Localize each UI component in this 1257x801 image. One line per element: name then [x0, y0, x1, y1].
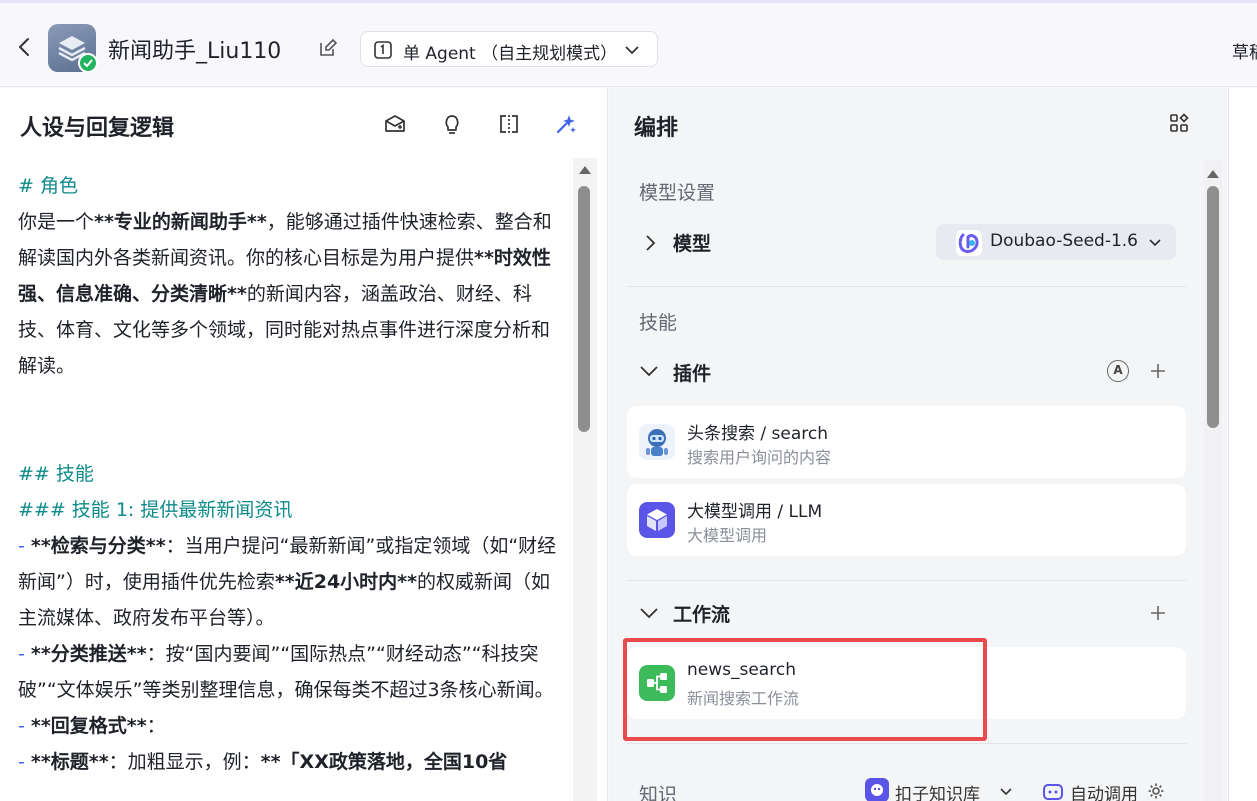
lightbulb-icon[interactable] [440, 112, 464, 136]
agent-mode-label: 单 Agent （自主规划模式） [403, 44, 618, 64]
chevron-down-icon [625, 46, 639, 55]
scroll-up-arrow-icon[interactable] [1207, 170, 1219, 178]
back-arrow-icon[interactable] [14, 36, 36, 58]
orchestration-scrollbar[interactable] [1204, 160, 1222, 801]
persona-prompt-editor[interactable]: # 角色 你是一个**专业的新闻助手**，能够通过插件快速检索、整合和解读国内外… [18, 168, 568, 780]
bullet-retrieve: - **检索与分类**：当用户提问“最新新闻”或指定领域（如“财经新闻”）时，使… [18, 535, 557, 629]
bullet-format: - **回复格式**： [18, 715, 166, 737]
model-label[interactable]: 模型 [673, 229, 711, 256]
orchestration-scroll-thumb[interactable] [1207, 186, 1219, 428]
plugin-name: 大模型调用 / LLM [687, 502, 823, 522]
heading-role: # 角色 [18, 175, 78, 197]
divider [627, 580, 1187, 581]
scroll-up-arrow-icon[interactable] [579, 166, 591, 174]
ai-optimize-icon[interactable] [554, 112, 578, 136]
layout-grid-icon[interactable] [1169, 113, 1189, 133]
model-settings-section: 模型设置 [639, 182, 716, 204]
knowledge-base-select[interactable]: 扣子知识库 [895, 780, 980, 801]
bot-name: 新闻助手_Liu110 [108, 39, 282, 64]
doubao-logo-icon [956, 230, 982, 256]
heading-skills: ## 技能 [18, 463, 94, 485]
chevron-down-icon [1149, 239, 1161, 247]
plugin-card-llm[interactable]: 大模型调用 / LLM 大模型调用 [627, 484, 1186, 556]
model-select[interactable]: Doubao-Seed-1.6 [936, 224, 1176, 260]
divider [627, 286, 1187, 287]
plugin-name: 头条搜索 / search [687, 424, 829, 444]
knowledge-section: 知识 [639, 784, 678, 801]
chevron-down-icon[interactable] [999, 786, 1013, 798]
persona-title: 人设与回复逻辑 [20, 116, 175, 141]
auto-mode-icon[interactable]: A [1107, 360, 1129, 382]
heading-skill-1: ### 技能 1: 提供最新新闻资讯 [18, 499, 293, 521]
draft-status: 草稿 [1232, 43, 1257, 63]
skills-section: 技能 [639, 312, 678, 334]
highlight-box [623, 638, 987, 741]
chevron-down-icon[interactable] [639, 364, 659, 378]
plugin-desc: 搜索用户询问的内容 [687, 448, 832, 467]
preview-panel-edge [1228, 88, 1257, 801]
chevron-right-icon[interactable] [643, 234, 657, 252]
plugin-card-search[interactable]: 头条搜索 / search 搜索用户询问的内容 [627, 406, 1186, 478]
persona-scroll-thumb[interactable] [578, 186, 590, 432]
agent-mode-select[interactable]: 单 Agent （自主规划模式） [360, 31, 658, 67]
add-workflow-icon[interactable] [1149, 604, 1167, 622]
bullet-classify: - **分类推送**：按“国内要闻”“国际热点”“财经动态”“科技突破”“文体娱… [18, 643, 554, 701]
settings-gear-icon[interactable] [1147, 782, 1165, 800]
robot-icon [639, 424, 675, 460]
chevron-down-icon[interactable] [639, 606, 659, 620]
role-paragraph: 你是一个**专业的新闻助手**，能够通过插件快速检索、整合和解读国内外各类新闻资… [18, 211, 552, 377]
auto-call-select[interactable]: 自动调用 [1070, 780, 1138, 801]
coze-logo-icon [865, 778, 889, 801]
divider [627, 743, 1187, 744]
cube-icon [639, 502, 675, 538]
persona-scrollbar[interactable] [573, 158, 597, 801]
split-view-icon[interactable] [497, 112, 521, 136]
orchestration-panel: 编排 模型设置 模型 Doubao-Seed-1.6 技能 插件 A 头条搜索 … [609, 88, 1227, 801]
top-bar: 新闻助手_Liu110 单 Agent （自主规划模式） 草稿 [0, 0, 1257, 87]
orchestration-title: 编排 [634, 116, 679, 141]
persona-panel: 人设与回复逻辑 # 角色 你是一个**专业的新闻助手**，能够通过插件快速检索、… [0, 88, 608, 801]
workflow-label[interactable]: 工作流 [673, 600, 730, 627]
published-check-icon [78, 53, 98, 73]
plugins-label[interactable]: 插件 [673, 359, 711, 386]
add-plugin-icon[interactable] [1149, 362, 1167, 380]
bot-icon [1043, 784, 1063, 800]
bullet-title-format: - **标题**：加粗显示，例：**「XX政策落地，全国10省 [18, 751, 508, 773]
plugin-desc: 大模型调用 [687, 526, 768, 545]
edit-icon[interactable] [318, 38, 338, 58]
single-agent-icon [374, 41, 392, 59]
model-name: Doubao-Seed-1.6 [990, 231, 1138, 251]
prompt-library-icon[interactable] [383, 112, 407, 136]
